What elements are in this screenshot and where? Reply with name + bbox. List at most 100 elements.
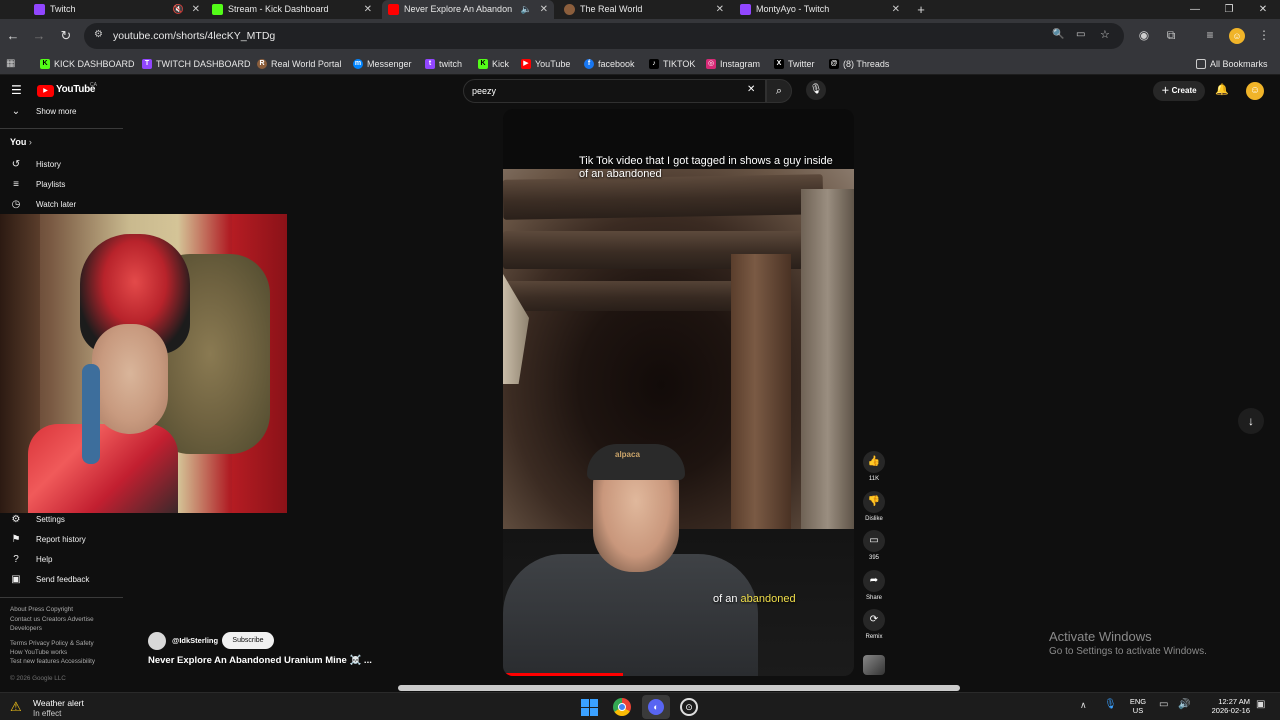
subscribe-button[interactable]: Subscribe — [222, 632, 274, 649]
footer-links[interactable]: How YouTube works — [10, 649, 67, 656]
weather-title[interactable]: Weather alert — [33, 698, 84, 708]
channel-avatar[interactable] — [148, 632, 166, 650]
video-progress-bar[interactable] — [503, 673, 623, 676]
short-title[interactable]: Never Explore An Abandoned Uranium Mine … — [148, 655, 372, 666]
network-icon[interactable]: ▭ — [1159, 699, 1168, 710]
language-indicator[interactable]: ENG US — [1128, 697, 1148, 715]
sidebar-item-send-feedback[interactable]: ▣ Send feedback — [10, 572, 89, 588]
share-action[interactable]: ➦ Share — [861, 570, 887, 601]
channel-name[interactable]: @IdkSterling — [172, 636, 218, 645]
horizontal-scrollbar[interactable] — [398, 685, 960, 691]
show-hidden-icons-chevron-icon[interactable]: ∧ — [1080, 700, 1087, 711]
windows-start-icon[interactable] — [581, 699, 598, 716]
sidebar-item-watch-later[interactable]: ◷ Watch later — [10, 197, 77, 213]
warning-icon[interactable]: ⚠ — [10, 699, 22, 715]
sidebar-item-report-history[interactable]: ⚑ Report history — [10, 532, 86, 548]
zoom-icon[interactable]: 🔍 — [1052, 29, 1064, 40]
youtube-logo-icon[interactable]: ▶ — [37, 85, 54, 97]
close-tab-icon[interactable]: ✕ — [716, 0, 724, 19]
address-bar[interactable]: ⚙ youtube.com/shorts/4lecKY_MTDg 🔍 ▭ ☆ — [84, 23, 1124, 49]
reload-button[interactable]: ↻ — [57, 27, 75, 45]
you-section-header[interactable]: You › — [10, 137, 32, 147]
account-avatar[interactable]: ☺ — [1246, 82, 1264, 100]
profile-avatar[interactable]: ☺ — [1229, 28, 1245, 44]
video-caption-top: Tik Tok video that I got tagged in shows… — [579, 155, 833, 180]
search-input[interactable]: peezy ✕ — [463, 79, 766, 103]
media-control-icon[interactable]: ≡ — [1202, 27, 1218, 43]
bookmark-twitch[interactable]: t twitch — [425, 53, 462, 75]
remix-action[interactable]: ⟳ Remix — [861, 609, 887, 640]
notification-center-icon[interactable]: ▣ — [1256, 699, 1265, 710]
extension-icon[interactable]: ◉ — [1136, 27, 1152, 43]
sidebar-item-playlists[interactable]: ≡ Playlists — [10, 177, 65, 193]
forward-button[interactable]: → — [30, 27, 48, 45]
sidebar-item-settings[interactable]: ⚙ Settings — [10, 512, 65, 528]
back-button[interactable]: ← — [4, 27, 22, 45]
chrome-menu-icon[interactable]: ⋮ — [1256, 27, 1272, 43]
tab-montyayo-twitch[interactable]: MontyAyo - Twitch ✕ — [734, 0, 906, 19]
like-icon[interactable]: 👍 — [863, 451, 885, 473]
like-action[interactable]: 👍 11K — [861, 451, 887, 482]
tab-youtube-short[interactable]: Never Explore An Abandon 🔈 ✕ — [382, 0, 554, 19]
site-info-icon[interactable]: ⚙ — [94, 29, 103, 40]
footer-links[interactable]: Developers — [10, 625, 42, 632]
comments-action[interactable]: ▭ 395 — [861, 530, 887, 561]
new-tab-button[interactable]: + — [912, 0, 930, 19]
footer-links[interactable]: Contact us Creators Advertise — [10, 616, 94, 623]
muted-speaker-icon[interactable]: 🔇 — [173, 0, 184, 19]
bookmark-threads[interactable]: @ (8) Threads — [829, 53, 889, 75]
all-bookmarks-button[interactable]: All Bookmarks — [1196, 53, 1268, 75]
microphone-in-use-icon[interactable]: 🎙 — [1104, 699, 1117, 710]
tab-twitch[interactable]: Twitch 🔇 ✕ — [28, 0, 206, 19]
remix-icon[interactable]: ⟳ — [863, 609, 885, 631]
bookmark-tiktok[interactable]: ♪ TIKTOK — [649, 53, 695, 75]
extensions-puzzle-icon[interactable]: ⧉ — [1163, 27, 1179, 43]
chrome-taskbar-icon[interactable] — [613, 698, 631, 716]
restore-window-button[interactable]: ❐ — [1212, 0, 1246, 19]
speaker-icon[interactable]: 🔈 — [521, 0, 532, 19]
close-window-button[interactable]: ✕ — [1246, 0, 1280, 19]
tab-kick-dashboard[interactable]: Stream - Kick Dashboard ✕ — [206, 0, 378, 19]
bookmark-youtube[interactable]: ▶ YouTube — [521, 53, 570, 75]
bookmark-messenger[interactable]: m Messenger — [353, 53, 412, 75]
footer-links[interactable]: Test new features Accessibility — [10, 658, 95, 665]
menu-hamburger-icon[interactable]: ☰ — [11, 83, 22, 97]
bookmark-kick-dashboard[interactable]: K KICK DASHBOARD — [40, 53, 135, 75]
close-tab-icon[interactable]: ✕ — [364, 0, 372, 19]
bookmark-facebook[interactable]: f facebook — [584, 53, 635, 75]
volume-icon[interactable]: 🔊 — [1178, 699, 1190, 710]
sidebar-item-history[interactable]: ↺ History — [10, 157, 61, 173]
bookmark-real-world-portal[interactable]: R Real World Portal — [257, 53, 341, 75]
cast-icon[interactable]: ▭ — [1076, 29, 1085, 40]
clear-search-icon[interactable]: ✕ — [747, 84, 755, 95]
minimize-window-button[interactable]: — — [1178, 0, 1212, 19]
sidebar-item-help[interactable]: ? Help — [10, 552, 52, 568]
voice-search-button[interactable]: 🎙 — [806, 80, 826, 100]
close-tab-icon[interactable]: ✕ — [540, 0, 548, 19]
clock[interactable]: 12:27 AM 2026-02-16 — [1200, 697, 1250, 715]
dislike-action[interactable]: 👎 Dislike — [861, 491, 887, 522]
footer-links[interactable]: About Press Copyright — [10, 606, 73, 613]
short-video-player[interactable]: Tik Tok video that I got tagged in shows… — [503, 109, 854, 676]
comment-icon[interactable]: ▭ — [863, 530, 885, 552]
app-taskbar-icon[interactable]: ⊙ — [680, 698, 698, 716]
share-icon[interactable]: ➦ — [863, 570, 885, 592]
bookmark-twitter[interactable]: X Twitter — [774, 53, 815, 75]
next-short-down-arrow-icon[interactable]: ↓ — [1238, 408, 1264, 434]
tab-the-real-world[interactable]: The Real World ✕ — [558, 0, 730, 19]
footer-links[interactable]: Terms Privacy Policy & Safety — [10, 640, 94, 647]
bookmark-star-icon[interactable]: ☆ — [1100, 28, 1110, 41]
apps-grid-icon[interactable]: ▦ — [6, 58, 15, 69]
close-tab-icon[interactable]: ✕ — [892, 0, 900, 19]
bookmark-instagram[interactable]: ◎ Instagram — [706, 53, 760, 75]
bookmark-kick[interactable]: K Kick — [478, 53, 509, 75]
show-more-button[interactable]: ⌄ Show more — [10, 104, 77, 120]
discord-taskbar-button[interactable]: ◐ — [642, 695, 670, 719]
notifications-bell-icon[interactable]: 🔔 — [1215, 83, 1229, 96]
create-button[interactable]: ＋ Create — [1153, 81, 1205, 101]
audio-thumbnail[interactable] — [863, 655, 885, 675]
dislike-icon[interactable]: 👎 — [863, 491, 885, 513]
search-button[interactable]: ⌕ — [766, 79, 792, 103]
close-tab-icon[interactable]: ✕ — [192, 0, 200, 19]
bookmark-twitch-dashboard[interactable]: T TWITCH DASHBOARD — [142, 53, 251, 75]
